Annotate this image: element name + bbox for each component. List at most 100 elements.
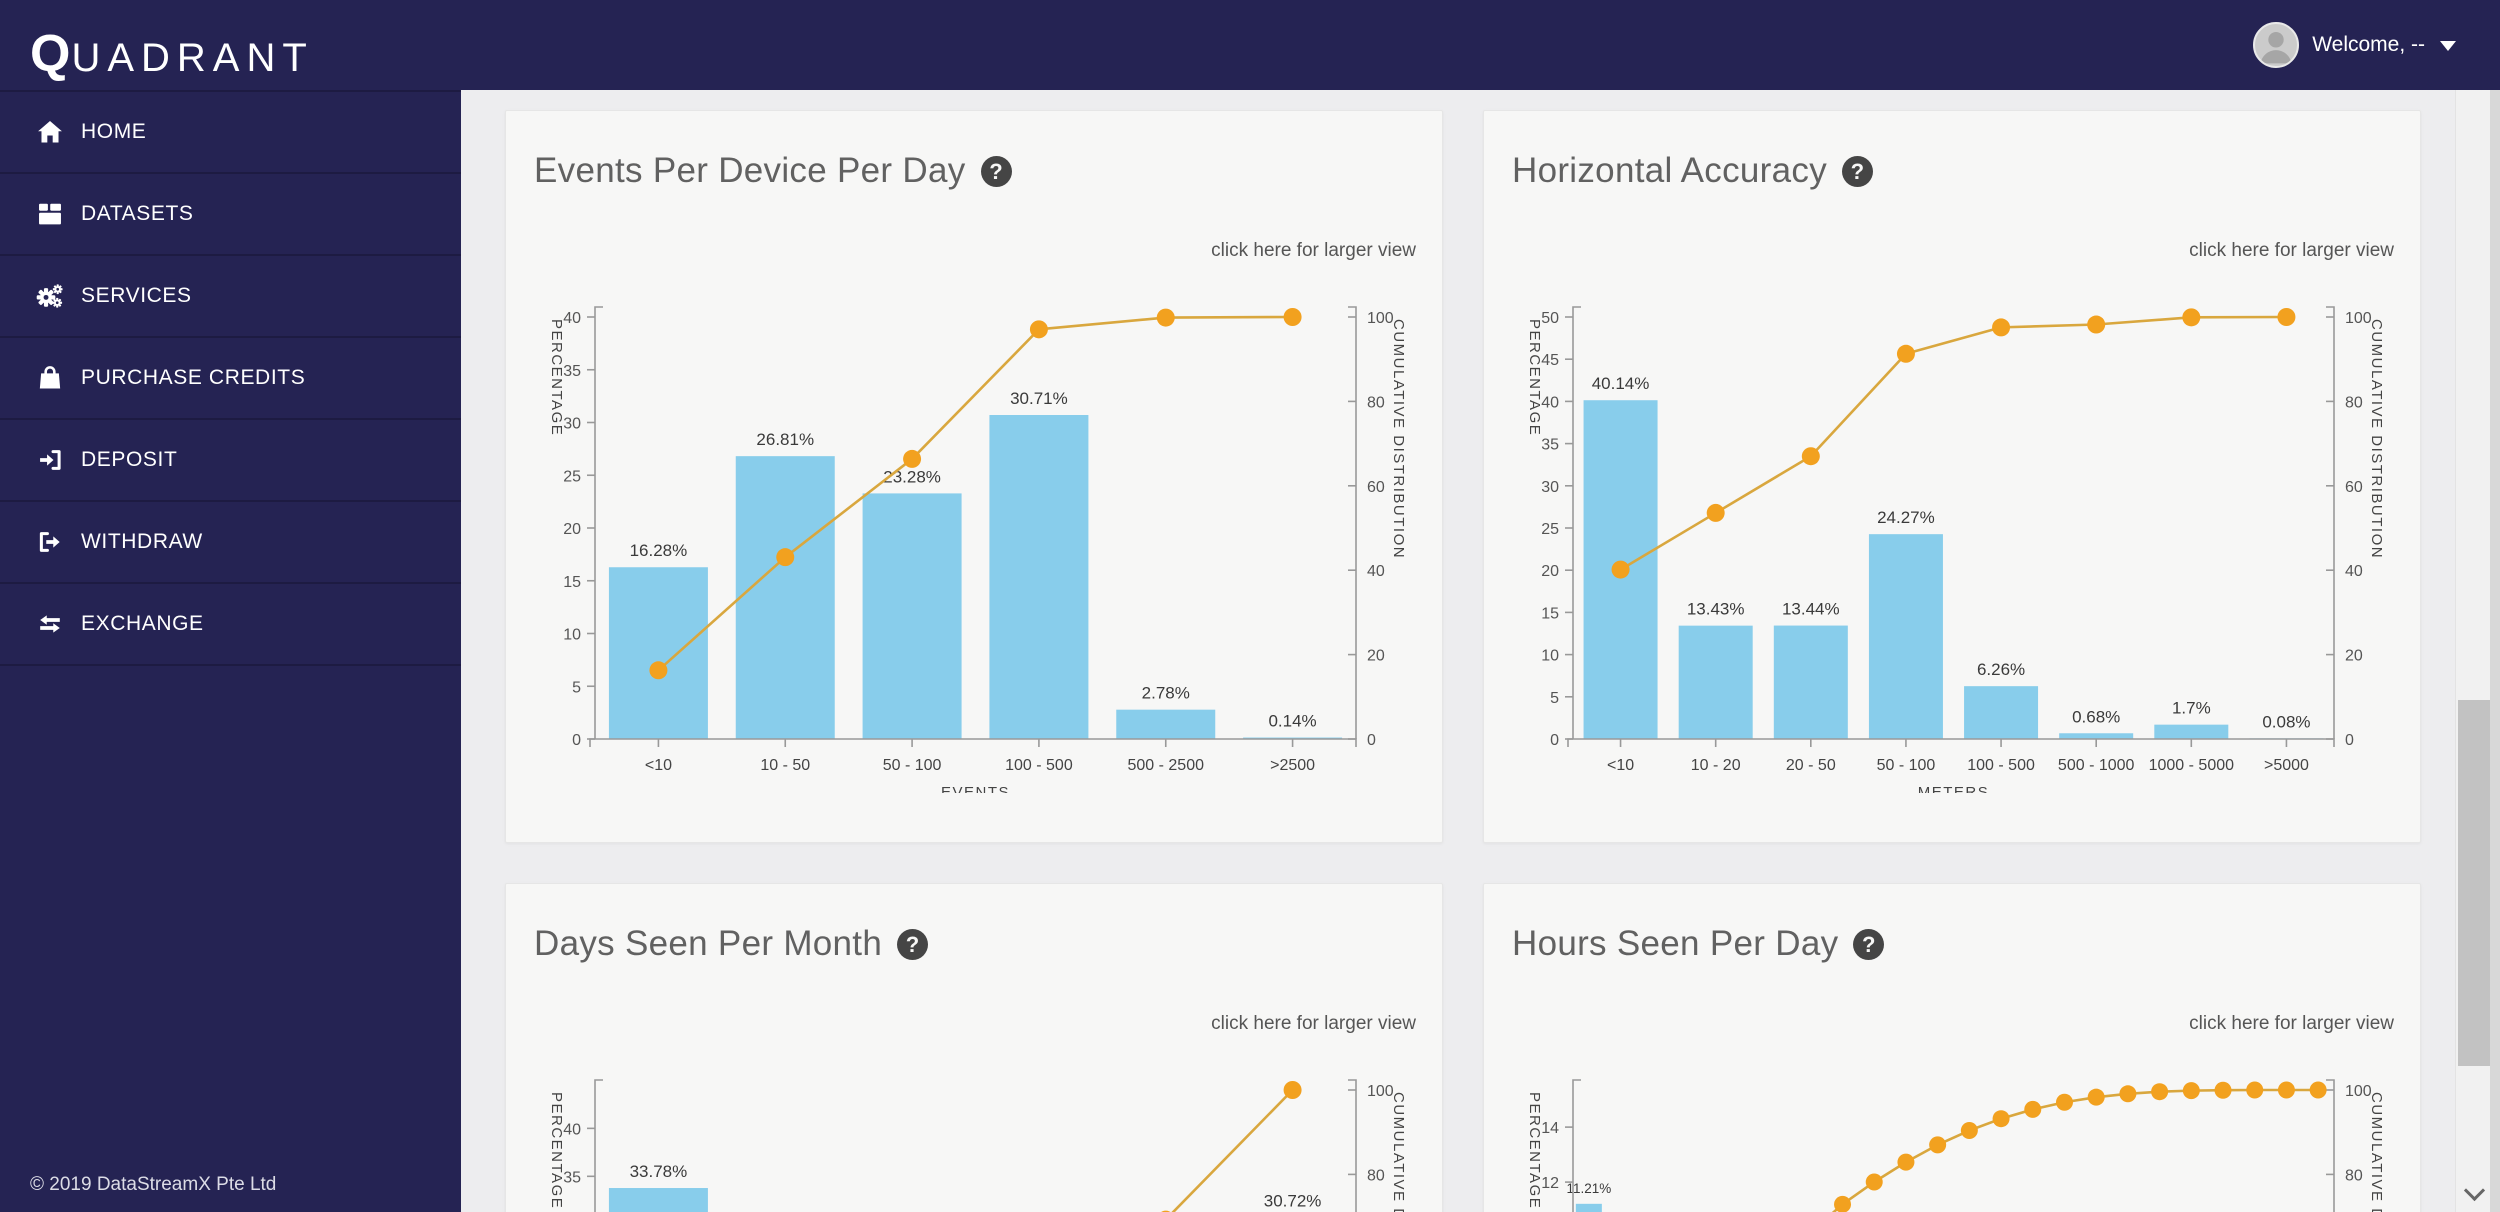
home-icon xyxy=(38,121,62,143)
svg-text:CUMULATIVE DISTRIBUTION: CUMULATIVE DISTRIBUTION xyxy=(1390,319,1407,559)
svg-text:20: 20 xyxy=(2345,648,2363,665)
svg-text:13.44%: 13.44% xyxy=(1782,600,1840,619)
dashboard-content: Events Per Device Per Day ? click here f… xyxy=(461,90,2455,1212)
svg-text:10: 10 xyxy=(563,627,581,644)
larger-view-link[interactable]: click here for larger view xyxy=(1211,240,1416,262)
svg-text:16.28%: 16.28% xyxy=(630,541,688,560)
card-title-row: Horizontal Accuracy ? xyxy=(1512,151,1873,191)
sidebar-item-label: WITHDRAW xyxy=(81,530,203,553)
scrollbar-thumb[interactable] xyxy=(2458,700,2490,1066)
svg-text:10 - 20: 10 - 20 xyxy=(1691,757,1741,774)
sidebar: Q UADRANT HOME DATASETS SERVICES PURCHAS… xyxy=(0,0,461,1212)
svg-text:100: 100 xyxy=(2345,310,2372,327)
vertical-scrollbar[interactable] xyxy=(2455,90,2500,1212)
svg-text:15: 15 xyxy=(563,574,581,591)
card-days-seen-per-month: Days Seen Per Month ? click here for lar… xyxy=(505,883,1443,1212)
user-silhouette-icon xyxy=(2260,32,2292,64)
card-title-row: Days Seen Per Month ? xyxy=(534,924,929,964)
svg-text:50 - 100: 50 - 100 xyxy=(883,757,942,774)
help-icon[interactable]: ? xyxy=(1842,155,1873,187)
page-title: Events Per Device Per Day xyxy=(534,151,966,190)
svg-text:6.26%: 6.26% xyxy=(1977,660,2025,679)
scrollbar-edge xyxy=(2490,90,2500,1212)
help-icon[interactable]: ? xyxy=(897,928,929,960)
brand-logo[interactable]: Q UADRANT xyxy=(0,0,461,90)
welcome-label: Welcome, -- xyxy=(2312,33,2425,56)
sidebar-item-home[interactable]: HOME xyxy=(0,92,461,174)
page-title: Horizontal Accuracy xyxy=(1512,151,1827,190)
shopping-bag-icon xyxy=(39,366,61,389)
help-icon[interactable]: ? xyxy=(980,155,1012,187)
svg-text:40: 40 xyxy=(2345,563,2363,580)
svg-text:EVENTS: EVENTS xyxy=(941,784,1010,793)
svg-text:2.78%: 2.78% xyxy=(1142,684,1190,703)
svg-text:<10: <10 xyxy=(1607,757,1634,774)
larger-view-link[interactable]: click here for larger view xyxy=(1211,1013,1416,1035)
sign-out-icon xyxy=(39,532,60,552)
larger-view-link[interactable]: click here for larger view xyxy=(2189,1013,2394,1035)
svg-text:>5000: >5000 xyxy=(2264,757,2309,774)
svg-text:100 - 500: 100 - 500 xyxy=(1967,757,2035,774)
svg-text:20: 20 xyxy=(1541,563,1559,580)
sidebar-item-services[interactable]: SERVICES xyxy=(0,256,461,338)
svg-text:25: 25 xyxy=(563,468,581,485)
user-menu[interactable]: Welcome, -- xyxy=(2253,22,2456,68)
svg-text:5: 5 xyxy=(572,679,581,696)
sign-in-icon xyxy=(40,450,61,470)
svg-text:20: 20 xyxy=(563,521,581,538)
svg-text:PERCENTAGE: PERCENTAGE xyxy=(1526,319,1543,436)
svg-text:25: 25 xyxy=(1541,521,1559,538)
svg-text:30.71%: 30.71% xyxy=(1010,389,1068,408)
svg-text:40.14%: 40.14% xyxy=(1592,374,1650,393)
exchange-arrows-icon xyxy=(40,615,60,633)
sidebar-item-deposit[interactable]: DEPOSIT xyxy=(0,420,461,502)
svg-text:26.81%: 26.81% xyxy=(756,430,814,449)
sidebar-item-label: HOME xyxy=(81,120,147,143)
svg-text:500 - 2500: 500 - 2500 xyxy=(1127,757,1204,774)
svg-text:0.08%: 0.08% xyxy=(2262,712,2310,731)
svg-text:1.7%: 1.7% xyxy=(2172,699,2211,718)
sidebar-item-label: DEPOSIT xyxy=(81,448,178,471)
svg-text:0: 0 xyxy=(1367,732,1376,749)
avatar xyxy=(2253,22,2300,68)
svg-text:CUMULATIVE DISTRIBUTION: CUMULATIVE DISTRIBUTION xyxy=(2368,1092,2385,1212)
svg-text:PERCENTAGE: PERCENTAGE xyxy=(548,319,565,436)
svg-text:80: 80 xyxy=(2345,1167,2363,1184)
logo-initial: Q xyxy=(30,25,72,83)
box-icon xyxy=(39,203,61,225)
pareto-chart-hours-seen: 11.21%02468101214020406080100PERCENTAGEC… xyxy=(1526,1079,2385,1212)
svg-text:PERCENTAGE: PERCENTAGE xyxy=(548,1092,565,1209)
logo-rest: UADRANT xyxy=(71,36,314,80)
svg-text:100: 100 xyxy=(2345,1083,2372,1100)
svg-text:100: 100 xyxy=(1367,310,1394,327)
sidebar-item-withdraw[interactable]: WITHDRAW xyxy=(0,502,461,584)
svg-text:80: 80 xyxy=(2345,394,2363,411)
chevron-down-icon xyxy=(2440,40,2456,59)
svg-text:30.72%: 30.72% xyxy=(1264,1191,1322,1210)
svg-text:80: 80 xyxy=(1367,394,1385,411)
sidebar-item-exchange[interactable]: EXCHANGE xyxy=(0,584,461,666)
pareto-chart-days-seen: 33.78%30.72%0510152025303540020406080100… xyxy=(548,1079,1407,1212)
sidebar-item-label: DATASETS xyxy=(81,202,194,225)
sidebar-nav: HOME DATASETS SERVICES PURCHASE CREDITS … xyxy=(0,90,461,666)
sidebar-item-datasets[interactable]: DATASETS xyxy=(0,174,461,256)
svg-text:10 - 50: 10 - 50 xyxy=(760,757,810,774)
sidebar-item-label: PURCHASE CREDITS xyxy=(81,366,306,389)
svg-text:0.68%: 0.68% xyxy=(2072,707,2120,726)
svg-text:10: 10 xyxy=(1541,648,1559,665)
svg-text:20 - 50: 20 - 50 xyxy=(1786,757,1836,774)
svg-text:24.27%: 24.27% xyxy=(1877,508,1935,527)
svg-text:0: 0 xyxy=(572,732,581,749)
svg-text:50 - 100: 50 - 100 xyxy=(1877,757,1936,774)
sidebar-item-purchase-credits[interactable]: PURCHASE CREDITS xyxy=(0,338,461,420)
svg-text:METERS: METERS xyxy=(1918,784,1990,793)
sidebar-item-label: SERVICES xyxy=(81,284,192,307)
scroll-down-icon[interactable] xyxy=(2463,1179,2486,1202)
help-icon[interactable]: ? xyxy=(1853,928,1885,960)
svg-text:500 - 1000: 500 - 1000 xyxy=(2058,757,2135,774)
page-title: Hours Seen Per Day xyxy=(1512,924,1839,963)
larger-view-link[interactable]: click here for larger view xyxy=(2189,240,2394,262)
svg-text:PERCENTAGE: PERCENTAGE xyxy=(1526,1092,1543,1209)
svg-text:13.43%: 13.43% xyxy=(1687,600,1745,619)
footer-copyright: © 2019 DataStreamX Pte Ltd xyxy=(30,1174,277,1195)
